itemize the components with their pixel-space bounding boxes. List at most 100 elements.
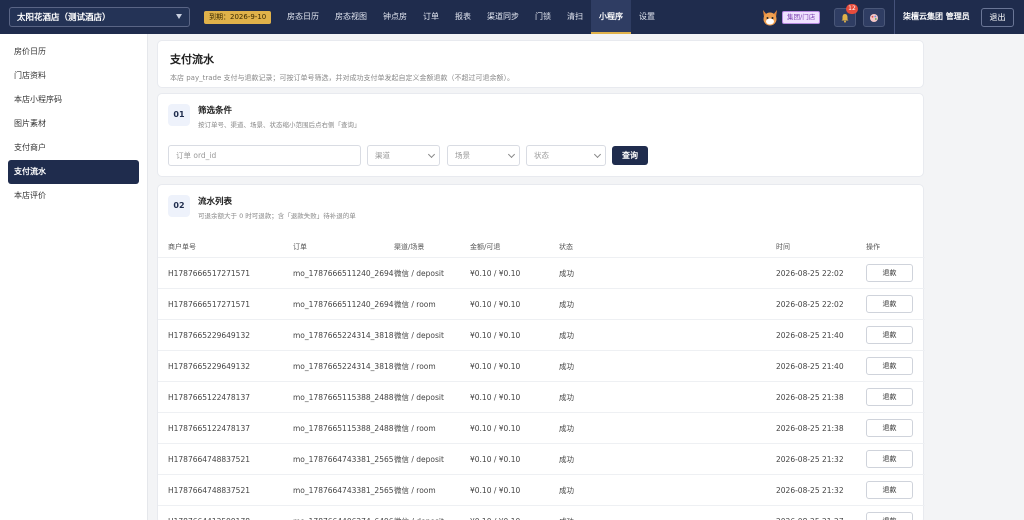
cell-channel-scene: 微信 / room [394,300,436,309]
channel-select[interactable]: 渠道 [367,145,440,166]
nav-item[interactable]: 门锁 [527,0,559,34]
sidebar-item[interactable]: 本店小程序码 [8,88,139,112]
cell-merchant-no: H1787666517271571 [168,269,250,278]
cell-order-id: mo_1787665115388_2488 [293,393,394,402]
refund-button[interactable]: 退款 [866,450,913,468]
theme-button[interactable] [863,8,885,27]
column-header: 商户单号 [168,243,196,251]
filter-card: 01 筛选条件 按订单号、渠道、场景、状态缩小范围后点右侧「查询」 订单 ord… [157,93,924,177]
cell-merchant-no: H1787665229649132 [168,362,250,371]
cell-status: 成功 [559,300,574,309]
section-title: 筛选条件 [198,106,233,116]
cell-channel-scene: 微信 / room [394,424,436,433]
cell-status: 成功 [559,393,574,402]
column-header: 时间 [776,243,790,251]
nav-item[interactable]: 房态日历 [279,0,327,34]
column-header: 操作 [866,243,880,251]
nav-item[interactable]: 订单 [415,0,447,34]
nav-item[interactable]: 设置 [631,0,663,34]
column-header: 渠道/场景 [394,243,425,251]
cell-merchant-no: H1787666517271571 [168,300,250,309]
cell-merchant-no: H1787664748837521 [168,455,250,464]
cell-time: 2026-08-25 21:40 [776,362,844,371]
hotel-select-label: 太阳花酒店（测试酒店） [17,13,111,23]
sidebar-item[interactable]: 支付流水 [8,160,139,184]
cell-time: 2026-08-25 21:40 [776,331,844,340]
query-button[interactable]: 查询 [612,146,648,165]
section-title: 流水列表 [198,197,233,207]
refund-button[interactable]: 退款 [866,295,913,313]
table-row: H1787664412599178 mo_1787664406274_6496微信… [158,505,925,520]
cell-channel-scene: 微信 / room [394,362,436,371]
table-row: H1787664748837521 mo_1787664743381_2565 微信… [158,443,925,474]
cell-time: 2026-08-25 21:38 [776,424,844,433]
user-label[interactable]: 柒檀云集团 管理员 [894,0,970,34]
page-header-card: 支付流水 本店 pay_trade 支付与退款记录；可按订单号筛选，并对成功支付… [157,40,924,88]
table-row: H1787666517271571 mo_1787666511240_2694 微信… [158,288,925,319]
cell-merchant-no: H1787664412599178 [168,506,250,520]
refund-button[interactable]: 退款 [866,264,913,282]
nav-item[interactable]: 钟点房 [375,0,415,34]
cell-amount: ¥0.10 / ¥0.10 [470,269,521,278]
column-header: 订单 [293,243,307,251]
cell-channel-scene: 微信 / deposit [394,506,444,520]
nav-item[interactable]: 小程序 [591,0,631,34]
cell-merchant-no: H1787665229649132 [168,331,250,340]
cell-status: 成功 [559,331,574,340]
cell-time: 2026-08-25 21:32 [776,455,844,464]
cell-channel-scene: 微信 / deposit [394,331,444,340]
cell-order-id: mo_1787664743381_2565 [293,455,394,464]
scene-select[interactable]: 场景 [447,145,520,166]
cell-channel-scene: 微信 / deposit [394,269,444,278]
sidebar-item[interactable]: 门店资料 [8,64,139,88]
fox-mascot-icon [763,10,777,26]
hotel-select[interactable]: 太阳花酒店（测试酒店） [9,7,190,27]
cell-merchant-no: H1787664748837521 [168,486,250,495]
cell-amount: ¥0.10 / ¥0.10 [470,393,521,402]
cell-amount: ¥0.10 / ¥0.10 [470,424,521,433]
refund-button[interactable]: 退款 [866,512,913,520]
nav-item[interactable]: 渠道同步 [479,0,527,34]
cell-merchant-no: H1787665122478137 [168,393,250,402]
filter-section-header: 01 筛选条件 按订单号、渠道、场景、状态缩小范围后点右侧「查询」 [168,104,361,130]
section-number: 02 [168,195,190,217]
refund-button[interactable]: 退款 [866,388,913,406]
section-subtitle: 按订单号、渠道、场景、状态缩小范围后点右侧「查询」 [198,121,361,129]
notification-count-badge: 12 [846,4,858,14]
top-nav: 房态日历 房态视图 钟点房 订单 报表 渠道同步 门锁 清扫 小程序 设置 [279,0,663,34]
group-store-badge[interactable]: 集团/门店 [782,11,821,24]
cell-amount: ¥0.10 / ¥0.10 [470,362,521,371]
nav-item[interactable]: 房态视图 [327,0,375,34]
cell-time: 2026-08-25 22:02 [776,300,844,309]
cell-order-id: mo_1787666511240_2694 [293,269,394,278]
status-select[interactable]: 状态 [526,145,606,166]
refund-button[interactable]: 退款 [866,481,913,499]
cell-time: 2026-08-25 21:38 [776,393,844,402]
cell-order-id: mo_1787664743381_2565 [293,486,394,495]
cell-order-id: mo_1787664406274_6496 [293,506,394,520]
table-row: H1787665229649132 mo_1787665224314_3818 微信… [158,350,925,381]
cell-status: 成功 [559,486,574,495]
sidebar-item[interactable]: 本店评价 [8,184,139,208]
cell-merchant-no: H1787665122478137 [168,424,250,433]
chevron-down-icon [593,150,602,159]
nav-item[interactable]: 清扫 [559,0,591,34]
sidebar-item[interactable]: 支付商户 [8,136,139,160]
section-subtitle: 可退余额大于 0 时可退款；含「退款失败」待补退的单 [198,212,356,220]
logout-button[interactable]: 退出 [981,8,1014,27]
chevron-down-icon [176,14,182,19]
sidebar-item[interactable]: 图片素材 [8,112,139,136]
cell-status: 成功 [559,455,574,464]
cell-order-id: mo_1787665224314_3818 [293,331,394,340]
order-id-input[interactable]: 订单 ord_id [168,145,361,166]
table-row: H1787665229649132 mo_1787665224314_3818 微信… [158,319,925,350]
refund-button[interactable]: 退款 [866,419,913,437]
refund-button[interactable]: 退款 [866,326,913,344]
cell-channel-scene: 微信 / room [394,486,436,495]
column-header: 状态 [559,243,573,251]
sidebar-item[interactable]: 房价日历 [8,40,139,64]
refund-button[interactable]: 退款 [866,357,913,375]
channel-select-label: 渠道 [375,151,390,160]
nav-item[interactable]: 报表 [447,0,479,34]
cell-time: 2026-08-25 22:02 [776,269,844,278]
